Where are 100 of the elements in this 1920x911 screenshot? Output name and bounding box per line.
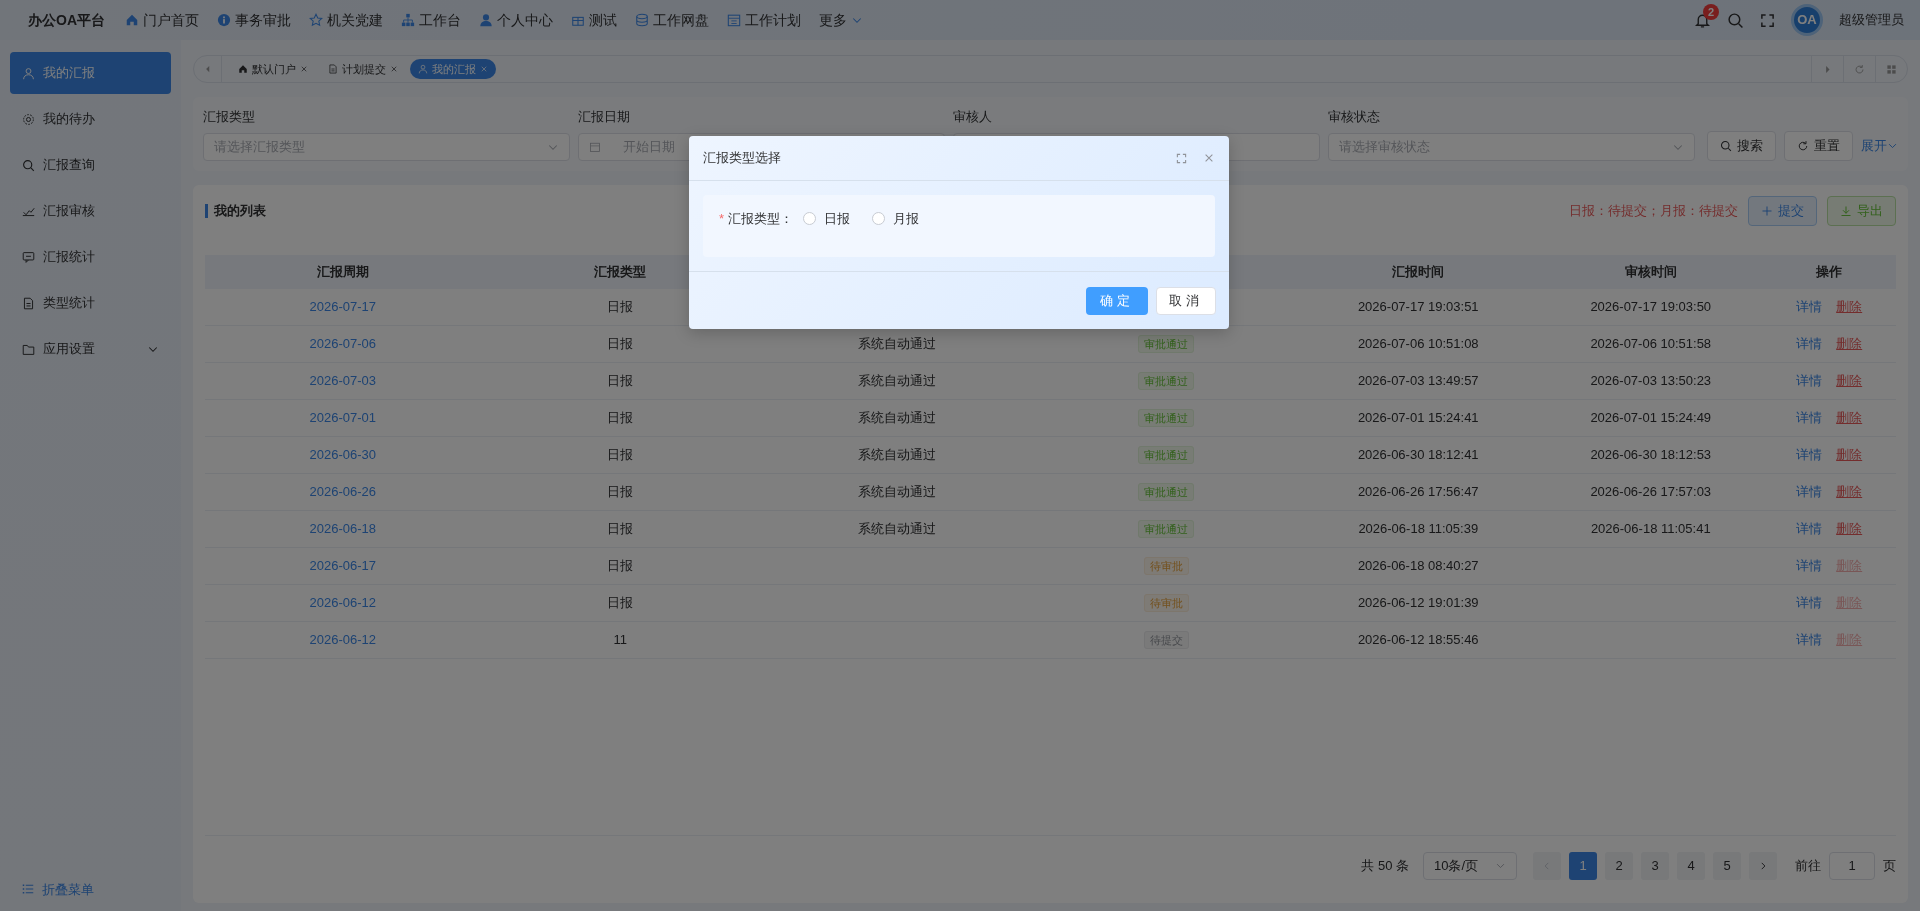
- goto-label: 前往: [1795, 856, 1821, 875]
- table-cell: 2026-06-12 18:55:46: [1357, 632, 1479, 648]
- detail-link[interactable]: 详情: [1796, 373, 1823, 389]
- list-title: 我的列表: [205, 203, 266, 218]
- nav-link[interactable]: 机关党建: [309, 9, 383, 31]
- detail-link[interactable]: 详情: [1796, 484, 1823, 500]
- grid-icon: [1886, 63, 1897, 75]
- expand-link[interactable]: 展开: [1861, 130, 1898, 161]
- confirm-button[interactable]: 确定: [1086, 286, 1148, 315]
- page-tab[interactable]: 计划提交: [320, 58, 406, 80]
- page-size-select[interactable]: 10条/页: [1423, 851, 1517, 880]
- search-button[interactable]: 搜索: [1707, 130, 1776, 161]
- filter-label: 审核状态: [1328, 108, 1381, 126]
- column-header: 汇报时间: [1392, 263, 1445, 279]
- detail-link[interactable]: 详情: [1796, 447, 1823, 463]
- nav-link[interactable]: 测试: [571, 9, 617, 31]
- radio-option[interactable]: 日报: [803, 209, 851, 229]
- page-number[interactable]: 2: [1605, 851, 1633, 880]
- person-icon: [418, 64, 428, 74]
- nav-link[interactable]: 更多: [819, 9, 863, 31]
- sidebar-item[interactable]: 应用设置: [10, 328, 171, 370]
- period-link[interactable]: 2026-06-12: [309, 595, 377, 611]
- page-input[interactable]: 1: [1829, 851, 1875, 880]
- reset-button[interactable]: 重置: [1784, 130, 1853, 161]
- database-icon: [635, 13, 649, 27]
- sidebar-item[interactable]: 汇报审核: [10, 190, 171, 232]
- collapse-menu-link[interactable]: 折叠菜单: [10, 879, 171, 899]
- detail-link[interactable]: 详情: [1796, 521, 1823, 537]
- delete-link[interactable]: 删除: [1836, 447, 1863, 463]
- sidebar-item[interactable]: 我的汇报: [10, 52, 171, 94]
- submit-button[interactable]: 提交: [1748, 195, 1817, 226]
- refresh-icon: [1797, 139, 1809, 152]
- close-icon[interactable]: [300, 65, 308, 73]
- sidebar-item[interactable]: 汇报统计: [10, 236, 171, 278]
- period-link[interactable]: 2026-06-30: [309, 447, 377, 463]
- page-number[interactable]: 5: [1713, 851, 1741, 880]
- sidebar-item[interactable]: 汇报查询: [10, 144, 171, 186]
- table-cell: 系统自动通过: [858, 521, 937, 537]
- radio-option[interactable]: 月报: [872, 209, 920, 229]
- export-button[interactable]: 导出: [1827, 195, 1896, 226]
- status-tag: 审批通过: [1138, 483, 1195, 502]
- table-cell: 2026-07-01 15:24:49: [1590, 410, 1712, 426]
- nav-link[interactable]: 工作计划: [727, 9, 801, 31]
- period-link[interactable]: 2026-06-17: [309, 558, 377, 574]
- table-cell: 日报: [607, 410, 634, 426]
- table-cell: 系统自动通过: [858, 447, 937, 463]
- detail-link[interactable]: 详情: [1796, 410, 1823, 426]
- delete-link[interactable]: 删除: [1836, 373, 1863, 389]
- detail-link[interactable]: 详情: [1796, 299, 1823, 314]
- delete-link[interactable]: 删除: [1836, 336, 1863, 352]
- period-link[interactable]: 2026-07-03: [309, 373, 377, 389]
- delete-link[interactable]: 删除: [1836, 299, 1863, 314]
- detail-link[interactable]: 详情: [1796, 336, 1823, 352]
- house-icon: [125, 13, 139, 27]
- table-cell: 日报: [607, 336, 634, 352]
- detail-link[interactable]: 详情: [1796, 595, 1823, 611]
- table-cell: 2026-06-26 17:57:03: [1590, 484, 1712, 500]
- column-header: 汇报类型: [594, 263, 647, 279]
- house-icon: [238, 64, 248, 74]
- close-icon[interactable]: [1203, 152, 1215, 164]
- sidebar-item[interactable]: 我的待办: [10, 98, 171, 140]
- period-link[interactable]: 2026-07-01: [309, 410, 377, 426]
- table-cell: 2026-07-17 19:03:50: [1590, 299, 1712, 314]
- cancel-button[interactable]: 取消: [1156, 286, 1216, 315]
- detail-link[interactable]: 详情: [1796, 558, 1823, 574]
- nav-link[interactable]: 工作台: [401, 9, 461, 31]
- delete-link[interactable]: 删除: [1836, 521, 1863, 537]
- period-link[interactable]: 2026-06-18: [309, 521, 377, 537]
- nav-link[interactable]: 门户首页: [125, 9, 199, 31]
- nav-link[interactable]: 个人中心: [479, 9, 553, 31]
- nav-link[interactable]: 事务审批: [217, 9, 291, 31]
- page-tab[interactable]: 我的汇报: [410, 58, 496, 80]
- delete-link[interactable]: 删除: [1836, 410, 1863, 426]
- document-icon: [22, 296, 35, 310]
- maximize-icon[interactable]: [1176, 152, 1187, 164]
- fullscreen-icon[interactable]: [1760, 12, 1775, 28]
- star-icon: [309, 13, 323, 27]
- page-number[interactable]: 3: [1641, 851, 1669, 880]
- page-number[interactable]: 1: [1569, 851, 1597, 880]
- page-number[interactable]: 4: [1677, 851, 1705, 880]
- table-cell: 系统自动通过: [858, 373, 937, 389]
- avatar[interactable]: OA: [1791, 4, 1823, 36]
- period-link[interactable]: 2026-06-26: [309, 484, 377, 500]
- info-icon: [217, 13, 231, 27]
- sidebar-item[interactable]: 类型统计: [10, 282, 171, 324]
- search-icon[interactable]: [1727, 11, 1744, 29]
- user-name[interactable]: 超级管理员: [1839, 10, 1904, 30]
- nav-link[interactable]: 工作网盘: [635, 9, 709, 31]
- table-cell: 2026-06-18 08:40:27: [1357, 558, 1479, 574]
- folder-icon: [22, 342, 35, 356]
- period-link[interactable]: 2026-06-12: [309, 632, 377, 648]
- period-link[interactable]: 2026-07-06: [309, 336, 377, 352]
- table-cell: 日报: [607, 595, 634, 611]
- detail-link[interactable]: 详情: [1796, 632, 1823, 648]
- table-cell: 系统自动通过: [858, 484, 937, 500]
- app-title: 办公OA平台: [28, 10, 105, 30]
- close-icon[interactable]: [390, 65, 398, 73]
- page-tab[interactable]: 默认门户: [230, 58, 316, 80]
- delete-link[interactable]: 删除: [1836, 484, 1863, 500]
- period-link[interactable]: 2026-07-17: [309, 299, 377, 314]
